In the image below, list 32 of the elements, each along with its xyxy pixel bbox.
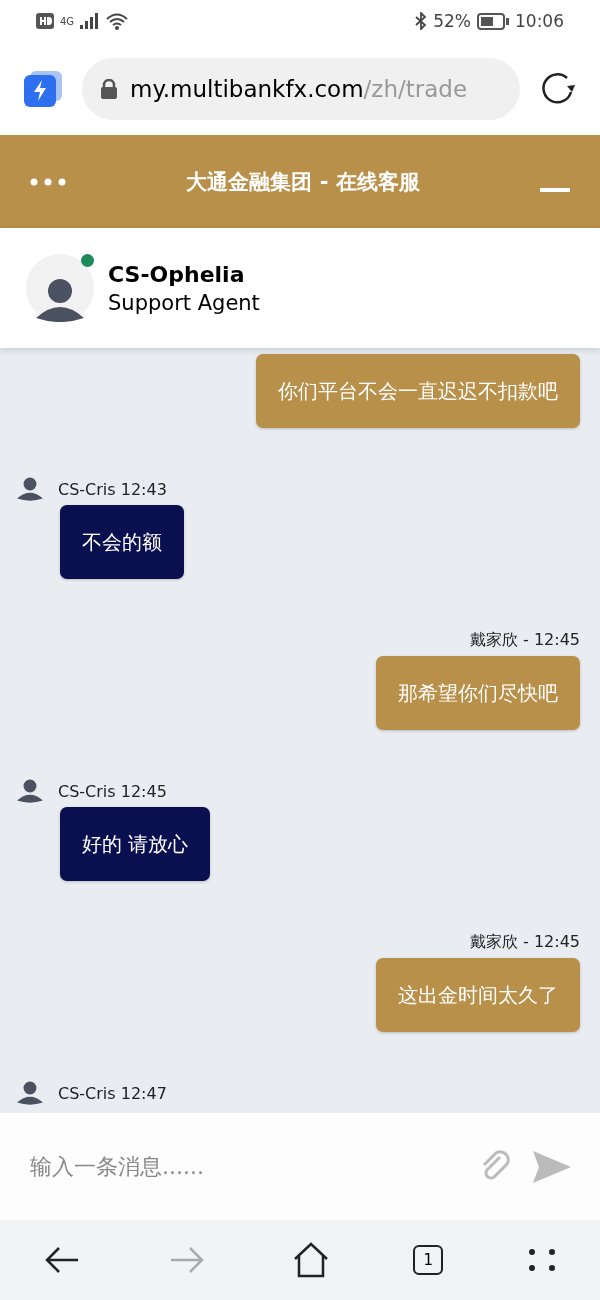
message-meta: 戴家欣 - 12:45 bbox=[469, 629, 580, 651]
person-icon bbox=[34, 277, 86, 322]
signal-icon bbox=[80, 13, 101, 29]
chat-title: 大通金融集团 - 在线客服 bbox=[185, 168, 421, 196]
network-type: 4G bbox=[60, 15, 75, 27]
message-meta: CS-Cris 12:47 bbox=[58, 1083, 167, 1103]
tabs-button[interactable]: 1 bbox=[413, 1245, 444, 1275]
message-input[interactable]: 输入一条消息...... bbox=[28, 1153, 460, 1180]
message-meta: CS-Cris 12:43 bbox=[58, 479, 167, 499]
message-bubble: 不会的额 bbox=[60, 505, 184, 579]
lock-icon bbox=[100, 78, 118, 99]
message-bubble: 这出金时间太久了 bbox=[376, 958, 580, 1032]
wifi-icon bbox=[106, 12, 129, 30]
bluetooth-icon bbox=[415, 12, 428, 30]
avatar-icon bbox=[16, 779, 44, 803]
message-meta: 戴家欣 - 12:45 bbox=[469, 931, 580, 953]
clock-time: 10:06 bbox=[515, 11, 564, 31]
message-bubble: 那希望你们尽快吧 bbox=[376, 656, 580, 730]
message-bubble: 你们平台不会一直迟迟不扣款吧 bbox=[256, 354, 580, 428]
hd-icon bbox=[36, 13, 54, 29]
bolt-app-icon[interactable] bbox=[24, 70, 64, 107]
battery-icon bbox=[477, 12, 509, 30]
address-bar[interactable]: my.multibankfx.com/zh/trade bbox=[82, 57, 520, 120]
message-bubble: 好的 请放心 bbox=[60, 807, 211, 881]
url-text: my.multibankfx.com/zh/trade bbox=[130, 75, 468, 102]
battery-percent: 52% bbox=[433, 11, 471, 31]
avatar-icon bbox=[16, 477, 44, 501]
avatar-icon bbox=[16, 1081, 44, 1105]
message-meta: CS-Cris 12:45 bbox=[58, 781, 167, 801]
more-icon[interactable] bbox=[30, 177, 66, 186]
agent-name: CS-Ophelia bbox=[108, 261, 246, 287]
agent-role: Support Agent bbox=[108, 290, 260, 315]
